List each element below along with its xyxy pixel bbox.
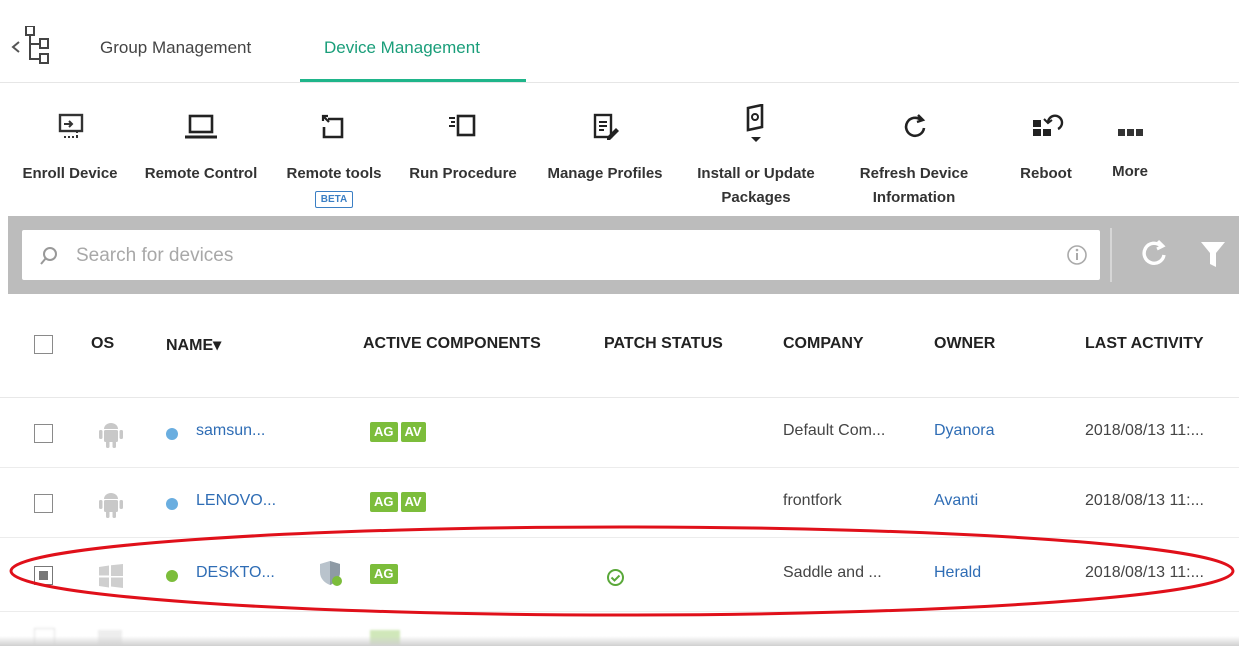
- refresh-line-1: Refresh Device: [859, 165, 969, 182]
- last-activity-cell: 2018/08/13 11:...: [1085, 564, 1204, 581]
- run-procedure-label: Run Procedure: [409, 165, 517, 182]
- remote-tools-text: Remote tools: [286, 165, 382, 182]
- refresh-list-icon[interactable]: [1138, 238, 1170, 270]
- enroll-device-label: Enroll Device: [22, 165, 118, 182]
- tab-bar: Group Management Device Management: [0, 0, 1239, 83]
- beta-badge: BETA: [314, 191, 354, 208]
- active-components: AG AV: [370, 492, 429, 512]
- component-badge: AG: [370, 564, 398, 584]
- tab-device-management[interactable]: Device Management: [324, 38, 480, 58]
- bottom-fade: [0, 636, 1239, 646]
- collapse-tree-button[interactable]: [10, 25, 62, 66]
- install-line-2: Packages: [721, 189, 791, 206]
- owner-link[interactable]: Dyanora: [934, 422, 994, 440]
- status-dot: [166, 428, 178, 440]
- windows-icon: [99, 564, 123, 588]
- table-row[interactable]: LENOVO... AG AV frontfork Avanti 2018/08/…: [0, 468, 1239, 538]
- column-patch-status[interactable]: PATCH STATUS: [604, 335, 723, 353]
- device-name-link[interactable]: LENOVO...: [196, 492, 276, 510]
- more-icon: [1118, 129, 1143, 136]
- manage-profiles-button[interactable]: Manage Profiles: [538, 84, 672, 216]
- run-procedure-button[interactable]: Run Procedure: [402, 84, 524, 216]
- reboot-button[interactable]: Reboot: [1006, 84, 1086, 216]
- column-active-components[interactable]: ACTIVE COMPONENTS: [363, 335, 541, 353]
- component-badge: AV: [400, 422, 426, 442]
- checkbox-mark: [39, 571, 48, 580]
- table-header: OS NAME▾ ACTIVE COMPONENTS PATCH STATUS …: [0, 294, 1239, 398]
- device-name-link[interactable]: DESKTO...: [196, 564, 275, 582]
- column-name[interactable]: NAME▾: [166, 335, 221, 355]
- install-update-packages-button[interactable]: Install or Update Packages: [686, 84, 826, 216]
- more-button[interactable]: More: [1100, 84, 1160, 216]
- select-all-checkbox[interactable]: [34, 335, 53, 354]
- row-checkbox[interactable]: [34, 494, 53, 513]
- enroll-device-button[interactable]: Enroll Device: [18, 84, 122, 216]
- android-icon: [99, 493, 123, 518]
- remote-tools-icon: [321, 114, 344, 139]
- reboot-label: Reboot: [1020, 165, 1072, 182]
- column-last-activity[interactable]: LAST ACTIVITY: [1085, 335, 1204, 353]
- remote-tools-label: Remote tools BETA: [280, 162, 388, 210]
- company-cell: frontfork: [783, 492, 842, 509]
- table-row[interactable]: samsun... AG AV Default Com... Dyanora 20…: [0, 398, 1239, 468]
- android-icon: [99, 423, 123, 448]
- laptop-icon: [185, 114, 217, 139]
- row-checkbox[interactable]: [34, 424, 53, 443]
- owner-link[interactable]: Avanti: [934, 492, 978, 510]
- run-procedure-icon: [449, 114, 476, 137]
- manage-profiles-label: Manage Profiles: [547, 165, 663, 182]
- component-badge: AV: [400, 492, 426, 512]
- column-name-label: NAME: [166, 337, 214, 354]
- remote-control-label: Remote Control: [144, 165, 258, 182]
- search-icon: [40, 247, 57, 265]
- toolbar-separator: [1110, 228, 1112, 282]
- shield-status-icon: [320, 561, 342, 586]
- device-name-link[interactable]: samsun...: [196, 422, 265, 440]
- status-dot: [166, 570, 178, 582]
- table-row-selected[interactable]: DESKTO... AG Saddle and ... Herald 2018/…: [0, 538, 1239, 612]
- info-icon[interactable]: [1066, 244, 1088, 266]
- column-company[interactable]: COMPANY: [783, 335, 864, 353]
- enroll-device-icon: [58, 113, 84, 138]
- last-activity-cell: 2018/08/13 11:...: [1085, 492, 1204, 509]
- owner-link[interactable]: Herald: [934, 564, 981, 582]
- active-tab-indicator: [300, 79, 526, 82]
- sort-desc-icon: ▾: [213, 337, 222, 354]
- patch-ok-icon: [607, 569, 624, 586]
- search-bar: [8, 216, 1239, 294]
- column-os[interactable]: OS: [91, 335, 114, 353]
- reboot-icon: [1033, 114, 1064, 136]
- component-badge: AG: [370, 422, 398, 442]
- search-input[interactable]: [74, 240, 1038, 272]
- tree-icon: [11, 25, 49, 64]
- install-update-packages-label: Install or Update Packages: [686, 162, 826, 210]
- package-icon: [746, 104, 764, 142]
- refresh-icon: [904, 114, 926, 138]
- remote-control-button[interactable]: Remote Control: [138, 84, 264, 216]
- company-cell: Default Com...: [783, 422, 886, 439]
- toolbar: Enroll Device Remote Control Remote tool…: [0, 84, 1239, 216]
- status-dot: [166, 498, 178, 510]
- refresh-line-2: Information: [872, 189, 956, 206]
- install-line-1: Install or Update: [697, 165, 815, 182]
- tab-group-management[interactable]: Group Management: [100, 38, 251, 58]
- more-label: More: [1112, 163, 1148, 180]
- active-components: AG: [370, 564, 401, 584]
- refresh-device-information-label: Refresh Device Information: [846, 162, 982, 210]
- active-components: AG AV: [370, 422, 429, 442]
- row-checkbox-checked[interactable]: [34, 566, 53, 585]
- company-cell: Saddle and ...: [783, 564, 882, 581]
- profile-edit-icon: [593, 113, 619, 140]
- search-box: [22, 230, 1100, 280]
- filter-icon[interactable]: [1199, 240, 1227, 270]
- refresh-device-information-button[interactable]: Refresh Device Information: [846, 84, 982, 216]
- column-owner[interactable]: OWNER: [934, 335, 995, 353]
- component-badge: AG: [370, 492, 398, 512]
- remote-tools-button[interactable]: Remote tools BETA: [280, 84, 388, 216]
- last-activity-cell: 2018/08/13 11:...: [1085, 422, 1204, 439]
